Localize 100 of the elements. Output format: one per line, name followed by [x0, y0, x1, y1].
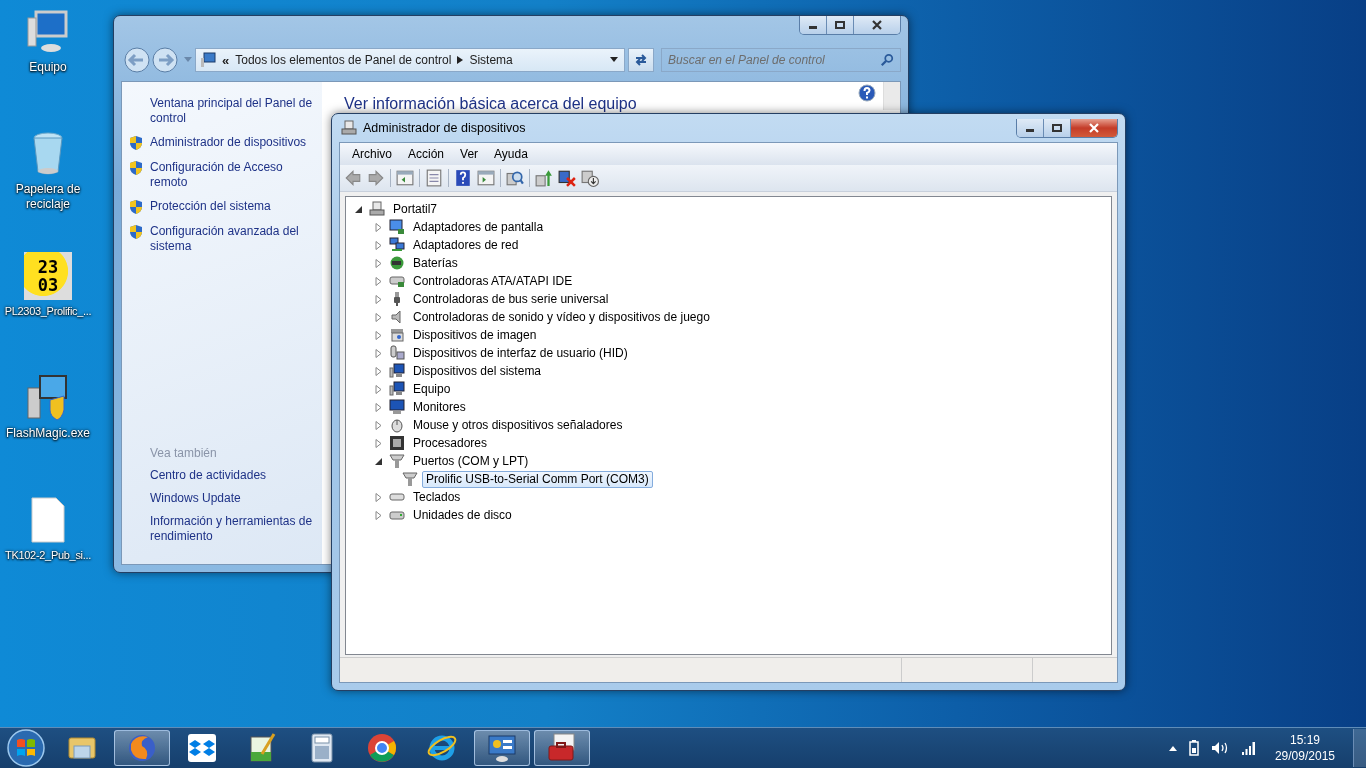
taskbar-button[interactable]: [534, 730, 590, 766]
installer-icon[interactable]: 23 03: [24, 252, 72, 300]
port-icon: [402, 471, 418, 487]
clock-time[interactable]: 15:19: [1289, 732, 1320, 748]
sidebar-link[interactable]: Información y herramientas de rendimiento: [150, 514, 322, 544]
sidebar-link[interactable]: Ventana principal del Panel de control: [150, 96, 322, 126]
disable-icon[interactable]: [581, 169, 599, 187]
properties-icon[interactable]: [425, 169, 443, 187]
help-icon[interactable]: [454, 169, 472, 187]
breadcrumb[interactable]: Todos los elementos de Panel de control: [235, 53, 452, 67]
start-button[interactable]: [6, 728, 46, 768]
speaker-icon[interactable]: [1210, 741, 1229, 755]
scan-icon[interactable]: [506, 169, 524, 187]
monitor-icon: [389, 219, 405, 235]
icon-text: 03: [37, 276, 59, 294]
tree-item[interactable]: Procesadores: [409, 434, 492, 452]
icon-text: 23: [37, 258, 59, 276]
refresh-icon[interactable]: [633, 52, 649, 68]
tree-item[interactable]: Adaptadores de red: [409, 236, 523, 254]
tree-item[interactable]: Controladoras de sonido y vídeo y dispositivos de juego: [409, 308, 714, 326]
tree-item[interactable]: Adaptadores de pantalla: [409, 218, 548, 236]
maximize-button[interactable]: [1044, 118, 1071, 137]
tree-item[interactable]: Equipo: [409, 380, 455, 398]
sidebar-link[interactable]: Centro de actividades: [150, 468, 322, 483]
search-field[interactable]: Buscar en el Panel de control: [661, 48, 901, 72]
sidebar-link[interactable]: Configuración avanzada del sistema: [150, 224, 322, 254]
tree-item[interactable]: Dispositivos de imagen: [409, 326, 541, 344]
update-icon[interactable]: [535, 169, 553, 187]
battery-icon: [389, 255, 405, 271]
tree-item[interactable]: Controladoras ATA/ATAPI IDE: [409, 272, 577, 290]
right-arrow-icon[interactable]: [367, 169, 385, 187]
tree-item[interactable]: Puertos (COM y LPT): [409, 452, 533, 470]
taskbar-button[interactable]: [474, 730, 530, 766]
close-button[interactable]: [1071, 118, 1117, 137]
tree-item[interactable]: Dispositivos del sistema: [409, 362, 546, 380]
desktop-icon-label[interactable]: Equipo: [0, 60, 96, 75]
left-arrow-icon[interactable]: [344, 169, 362, 187]
expander-icon[interactable]: [374, 456, 383, 466]
tree-item[interactable]: Teclados: [409, 488, 465, 506]
battery-icon[interactable]: [1188, 740, 1199, 756]
port-icon: [389, 453, 405, 469]
menu-item[interactable]: Acción: [400, 147, 453, 161]
refresh-button[interactable]: [628, 48, 654, 72]
chip-icon: [389, 435, 405, 451]
expander-icon[interactable]: [354, 204, 363, 214]
search-icon[interactable]: [880, 53, 894, 67]
sidebar-link[interactable]: Windows Update: [150, 491, 322, 506]
up-arrow-icon[interactable]: [1168, 745, 1177, 751]
computer-icon: [389, 363, 405, 379]
monitor-icon: [389, 399, 405, 415]
tree-item[interactable]: Controladoras de bus serie universal: [409, 290, 613, 308]
maximize-button[interactable]: [827, 16, 854, 34]
sidebar-link[interactable]: Configuración de Acceso remoto: [150, 160, 322, 190]
menu-item[interactable]: Ver: [452, 147, 487, 161]
input-device-icon: [389, 345, 405, 361]
laptop-icon: [341, 120, 357, 136]
fox-globe-icon[interactable]: [126, 732, 158, 764]
back-forward-icon[interactable]: [123, 46, 181, 74]
close-button[interactable]: [854, 16, 900, 34]
desktop-icon-label[interactable]: Papelera de reciclaje: [0, 182, 96, 212]
desktop-icon-label[interactable]: FlashMagic.exe: [0, 426, 96, 441]
laptop-icon: [369, 201, 385, 217]
toolbox-icon[interactable]: [546, 732, 578, 764]
tree-item[interactable]: Unidades de disco: [409, 506, 516, 524]
uninstall-icon[interactable]: [558, 169, 576, 187]
desktop-icon-label[interactable]: PL2303_Prolific_...: [0, 304, 96, 319]
menu-item[interactable]: Archivo: [344, 147, 400, 161]
menu-item[interactable]: Ayuda: [486, 147, 536, 161]
dropbox-icon[interactable]: [186, 732, 218, 764]
maximize-icon[interactable]: [1052, 123, 1062, 132]
minimize-button[interactable]: [800, 16, 827, 34]
signal-icon[interactable]: [1240, 741, 1257, 755]
panel-toggle-icon[interactable]: [396, 169, 414, 187]
tricolor-circle-icon[interactable]: [366, 732, 398, 764]
overflow-mark[interactable]: «: [222, 52, 230, 68]
tree-item[interactable]: Mouse y otros dispositivos señaladores: [409, 416, 627, 434]
tree-item[interactable]: Prolific USB-to-Serial Comm Port (COM3): [422, 470, 653, 488]
maximize-icon[interactable]: [835, 21, 845, 29]
panel-toggle-icon[interactable]: [477, 169, 495, 187]
minimize-button[interactable]: [1017, 118, 1044, 137]
control-panel-icon: [200, 52, 216, 68]
scrollbar[interactable]: [883, 82, 900, 110]
dropdown-icon[interactable]: [610, 57, 618, 63]
sidebar-link[interactable]: Protección del sistema: [150, 199, 271, 214]
breadcrumb[interactable]: Sistema: [469, 53, 513, 67]
control-panel-icon[interactable]: [486, 732, 518, 764]
sidebar-link[interactable]: Administrador de dispositivos: [150, 135, 307, 150]
help-icon[interactable]: [858, 84, 876, 102]
network-icon: [389, 237, 405, 253]
tree-item[interactable]: Baterías: [409, 254, 462, 272]
close-icon[interactable]: [872, 20, 882, 30]
desktop-icon-label[interactable]: TK102-2_Pub_si...: [0, 548, 96, 563]
scanner-icon: [389, 327, 405, 343]
address-bar[interactable]: « Todos los elementos de Panel de control Sistema: [195, 48, 625, 72]
tree-item[interactable]: Portatil7: [389, 200, 442, 218]
clock-date[interactable]: 29/09/2015: [1274, 748, 1335, 764]
mouse-icon: [389, 417, 405, 433]
chevron-icon[interactable]: [457, 56, 464, 64]
tree-item[interactable]: Dispositivos de interfaz de usuario (HID): [409, 344, 632, 362]
tree-item[interactable]: Monitores: [409, 398, 470, 416]
